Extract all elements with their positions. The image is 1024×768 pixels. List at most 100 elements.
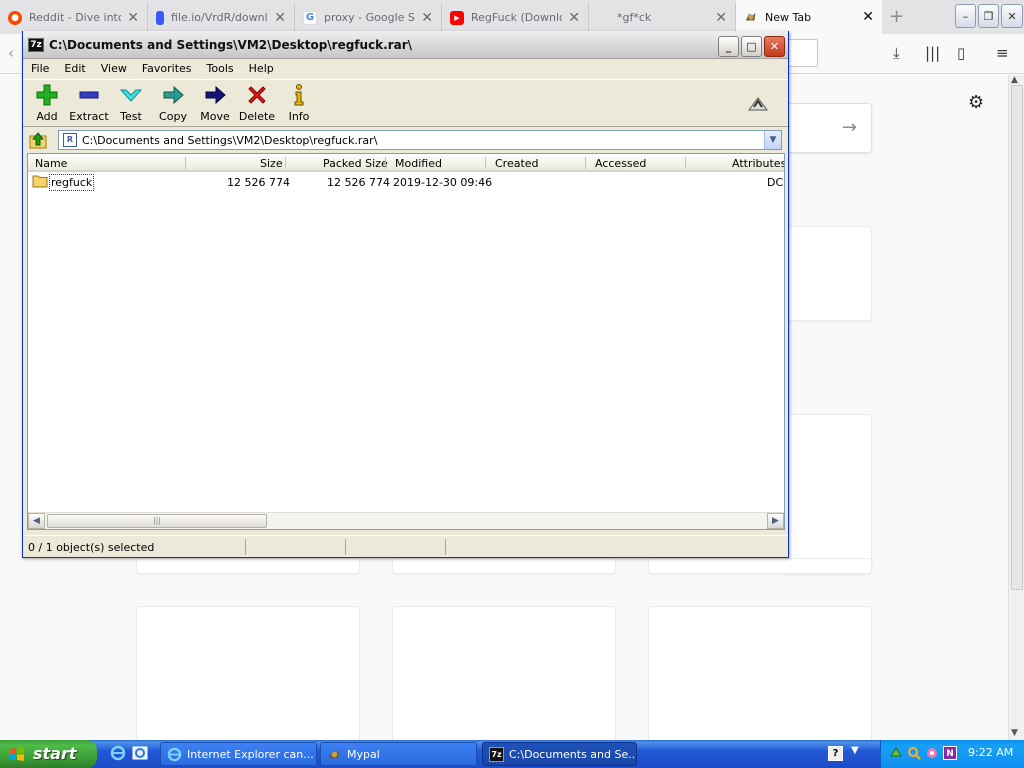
- tab-fileio[interactable]: file.io/VrdR/downl ✕: [148, 3, 295, 32]
- scroll-thumb[interactable]: |||: [47, 514, 267, 528]
- column-modified[interactable]: Modified: [395, 157, 442, 170]
- ie-quicklaunch-icon[interactable]: [110, 745, 126, 761]
- browser-close-button[interactable]: ✕: [1001, 4, 1023, 28]
- folder-up-icon[interactable]: [29, 131, 47, 149]
- network-icon[interactable]: [925, 746, 939, 760]
- column-divider[interactable]: [485, 157, 486, 169]
- taskbar-item-mypal[interactable]: Mypal: [320, 742, 477, 766]
- chevron-down-icon[interactable]: ▼: [764, 131, 781, 149]
- maximize-button[interactable]: □: [741, 36, 762, 57]
- column-created[interactable]: Created: [495, 157, 539, 170]
- tab-gfck[interactable]: *gf*ck ✕: [589, 3, 736, 32]
- top-site-tile[interactable]: [648, 558, 872, 574]
- menu-help[interactable]: Help: [241, 59, 281, 78]
- copy-label: Copy: [159, 110, 187, 123]
- menu-view[interactable]: View: [93, 59, 134, 78]
- close-button[interactable]: ✕: [764, 36, 785, 57]
- column-size[interactable]: Size: [260, 157, 283, 170]
- scroll-right-icon[interactable]: ▶: [767, 513, 784, 529]
- scroll-up-icon[interactable]: ▲: [1011, 75, 1018, 85]
- file-name[interactable]: regfuck: [49, 174, 95, 191]
- extract-button[interactable]: Extract: [67, 83, 111, 125]
- gear-icon[interactable]: ⚙: [968, 92, 984, 113]
- menu-tools[interactable]: Tools: [199, 59, 241, 78]
- sidebar-icon[interactable]: ▯: [957, 44, 965, 62]
- file-row[interactable]: regfuck 12 526 774 12 526 774 2019-12-30…: [28, 173, 784, 191]
- column-accessed[interactable]: Accessed: [595, 157, 646, 170]
- column-packed-size[interactable]: Packed Size: [323, 157, 388, 170]
- outlook-quicklaunch-icon[interactable]: [132, 745, 148, 761]
- close-tab-icon[interactable]: ✕: [862, 9, 874, 25]
- top-site-tile[interactable]: [136, 558, 360, 574]
- chevron-down-icon[interactable]: ▼: [851, 745, 859, 756]
- web-search-box[interactable]: →: [780, 103, 872, 153]
- tab-new-tab[interactable]: New Tab ✕: [736, 0, 882, 34]
- taskbar: start Internet Explorer can... Mypal 7z …: [0, 740, 1024, 768]
- sevenzip-title-bar[interactable]: 7z C:\Documents and Settings\VM2\Desktop…: [23, 31, 788, 59]
- back-icon[interactable]: ‹: [8, 44, 14, 62]
- status-divider: [245, 539, 246, 555]
- highlight-card[interactable]: [392, 606, 616, 746]
- arrow-right-icon[interactable]: →: [842, 117, 857, 138]
- taskbar-item-label: Mypal: [347, 748, 380, 761]
- column-divider[interactable]: [685, 157, 686, 169]
- browser-vertical-scrollbar[interactable]: ▲ ▼: [1008, 75, 1024, 740]
- scroll-left-icon[interactable]: ◀: [28, 513, 45, 529]
- firefox-icon: [745, 12, 756, 21]
- close-tab-icon[interactable]: ✕: [715, 10, 727, 26]
- column-divider[interactable]: [185, 157, 186, 169]
- taskbar-item-sevenzip[interactable]: 7z C:\Documents and Se...: [482, 742, 637, 766]
- info-button[interactable]: Info: [277, 83, 321, 125]
- horizontal-scrollbar[interactable]: ◀ ||| ▶: [28, 512, 784, 529]
- highlight-card[interactable]: [648, 606, 872, 746]
- file-attributes: DC: [767, 176, 784, 189]
- delete-button[interactable]: Delete: [235, 83, 279, 125]
- close-tab-icon[interactable]: ✕: [568, 10, 580, 26]
- menu-file[interactable]: File: [23, 59, 56, 78]
- test-button[interactable]: Test: [109, 83, 153, 125]
- tab-google[interactable]: G proxy - Google Se ✕: [295, 3, 442, 32]
- tab-youtube[interactable]: ▶ RegFuck (Downlo ✕: [442, 3, 589, 32]
- menu-favorites[interactable]: Favorites: [134, 59, 199, 78]
- browser-minimize-button[interactable]: –: [955, 4, 976, 28]
- top-site-tile[interactable]: [392, 558, 616, 574]
- download-icon[interactable]: ⤓: [893, 44, 900, 62]
- scroll-down-icon[interactable]: ▼: [1011, 728, 1018, 738]
- menu-icon[interactable]: ≡: [996, 44, 1009, 62]
- move-button[interactable]: Move: [193, 83, 237, 125]
- path-combobox[interactable]: R C:\Documents and Settings\VM2\Desktop\…: [58, 130, 782, 150]
- column-divider[interactable]: [385, 157, 386, 169]
- add-label: Add: [36, 110, 58, 123]
- taskbar-item-label: Internet Explorer can...: [187, 748, 314, 761]
- throbber-icon: [748, 97, 768, 111]
- start-button[interactable]: start: [0, 740, 97, 768]
- tab-reddit[interactable]: ● Reddit - Dive into ✕: [0, 3, 148, 32]
- taskbar-item-internet-explorer[interactable]: Internet Explorer can...: [160, 742, 317, 766]
- top-site-tile[interactable]: [780, 414, 872, 574]
- close-tab-icon[interactable]: ✕: [127, 10, 139, 26]
- minimize-button[interactable]: _: [718, 36, 739, 57]
- menu-edit[interactable]: Edit: [56, 59, 92, 78]
- library-icon[interactable]: |||: [925, 44, 940, 62]
- new-tab-button[interactable]: +: [889, 6, 904, 27]
- recycle-icon[interactable]: [889, 746, 903, 760]
- fileio-icon: [156, 10, 164, 25]
- close-tab-icon[interactable]: ✕: [421, 10, 433, 26]
- search-icon[interactable]: [907, 746, 921, 760]
- tab-label: Reddit - Dive into: [29, 11, 122, 24]
- close-tab-icon[interactable]: ✕: [274, 10, 286, 26]
- add-button[interactable]: Add: [25, 83, 69, 125]
- column-attributes[interactable]: Attributes: [732, 157, 784, 170]
- clock[interactable]: 9:22 AM: [968, 746, 1013, 759]
- copy-button[interactable]: Copy: [151, 83, 195, 125]
- help-icon[interactable]: ?: [828, 746, 843, 761]
- column-divider[interactable]: [585, 157, 586, 169]
- highlight-card[interactable]: [136, 606, 360, 746]
- column-name[interactable]: Name: [35, 157, 67, 170]
- scroll-thumb[interactable]: [1011, 85, 1023, 590]
- browser-restore-button[interactable]: ❐: [978, 4, 999, 28]
- copy-icon: [163, 85, 184, 105]
- onenote-icon[interactable]: N: [943, 746, 957, 760]
- column-divider[interactable]: [285, 157, 286, 169]
- top-site-tile[interactable]: [780, 226, 872, 321]
